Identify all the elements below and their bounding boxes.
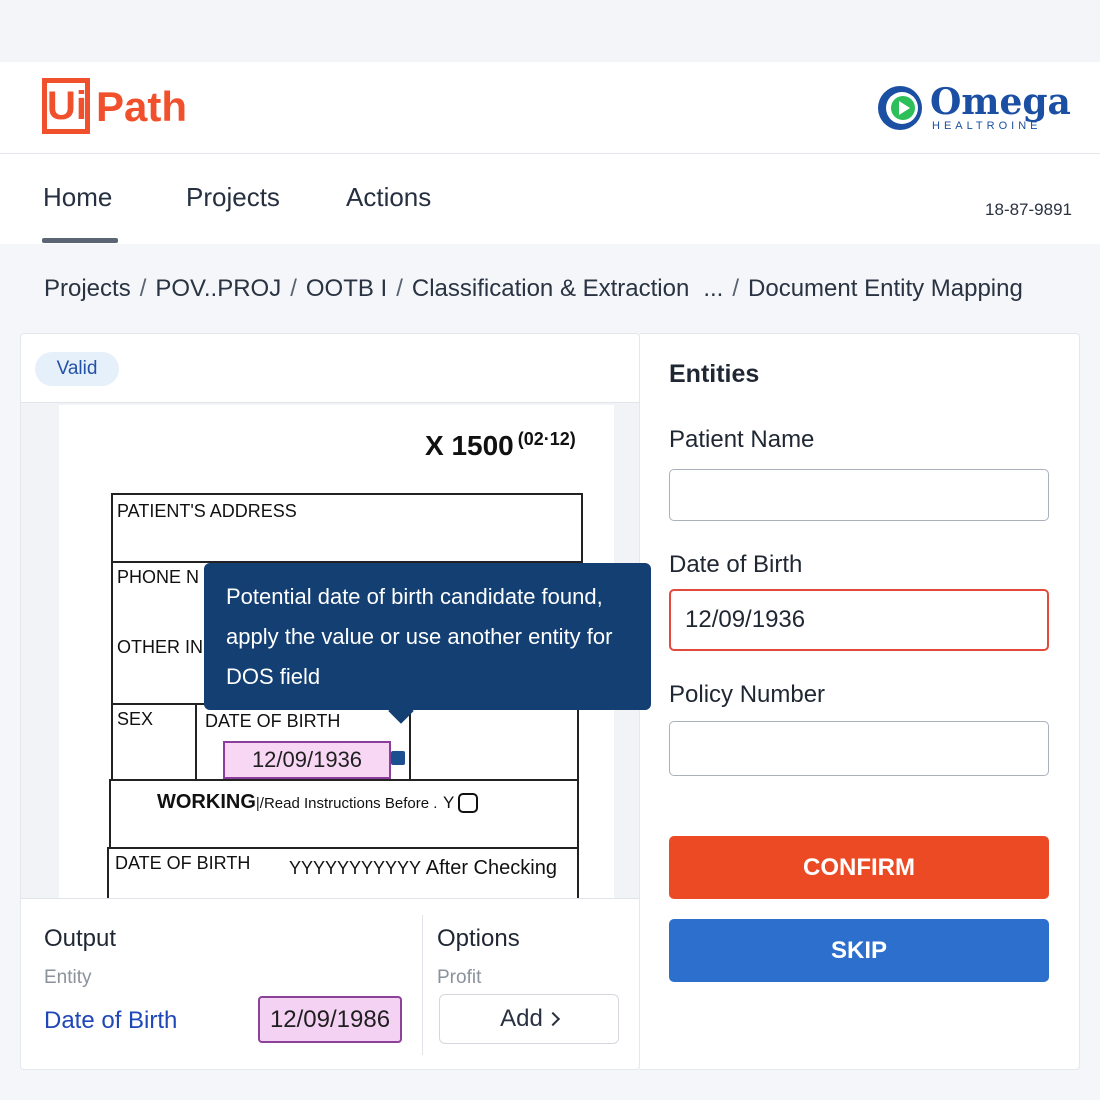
uipath-logo-mark: Ui [42, 78, 90, 134]
policy-number-label: Policy Number [669, 681, 826, 708]
tab-actions[interactable]: Actions [346, 182, 431, 213]
breadcrumb: Projects / POV..PROJ / OOTB I / Classification… [44, 275, 1023, 302]
dob-highlight[interactable]: 12/09/1936 [223, 741, 391, 779]
dob-field-label: Date of Birth [669, 551, 803, 578]
sex-label: SEX [117, 709, 154, 729]
confirm-button[interactable]: CONFIRM [669, 836, 1049, 899]
breadcrumb-ellipsis[interactable]: ... [689, 275, 723, 302]
dob-input[interactable] [669, 589, 1049, 651]
checkbox[interactable] [458, 792, 479, 813]
omega-logo-subtext: HEALTROINE [932, 120, 1042, 132]
omega-logo-icon [878, 86, 922, 130]
output-section: Output Entity Date of Birth 12/09/1986 O… [21, 898, 639, 1069]
dob2-format: YYYYYYYYYYY After Checking [289, 857, 557, 879]
omega-logo-text: Omega [930, 81, 1071, 123]
policy-number-input[interactable] [669, 721, 1049, 776]
main-nav: Home Projects Actions 18-87-9891 [0, 154, 1100, 244]
breadcrumb-classification[interactable]: Classification & Extraction [412, 275, 689, 302]
breadcrumb-current: Document Entity Mapping [748, 275, 1023, 302]
chevron-right-icon [545, 1011, 560, 1027]
phone-label: PHONE N [117, 567, 200, 587]
status-badge: Valid [35, 352, 119, 386]
patient-name-input[interactable] [669, 469, 1049, 521]
top-band [0, 0, 1100, 62]
patient-name-label: Patient Name [669, 426, 815, 453]
address-label: PATIENT'S ADDRESS [117, 501, 297, 521]
entities-panel: Entities Patient Name Date of Birth Poli… [640, 333, 1080, 1070]
app-header: Ui Path Omega HEALTROINE [0, 62, 1100, 154]
add-button[interactable]: Add [439, 994, 619, 1044]
options-title: Options [437, 925, 520, 952]
dob-tooltip: Potential date of birth candidate found,… [204, 563, 651, 710]
output-title: Output [44, 925, 117, 952]
skip-button[interactable]: SKIP [669, 919, 1049, 982]
output-entity-value[interactable]: 12/09/1986 [258, 996, 402, 1043]
other-label: OTHER IN [117, 637, 204, 657]
options-label: Profit [437, 967, 482, 988]
breadcrumb-ootb[interactable]: OOTB I [306, 275, 387, 302]
dob2-label: DATE OF BIRTH [115, 853, 251, 873]
breadcrumb-pov-proj[interactable]: POV..PROJ [155, 275, 281, 302]
divider [422, 915, 423, 1055]
uipath-logo-text: Path [96, 83, 188, 130]
tab-projects[interactable]: Projects [186, 182, 280, 213]
working-box [109, 779, 579, 849]
breadcrumb-projects[interactable]: Projects [44, 275, 131, 302]
output-entity-label: Entity [44, 967, 92, 988]
phone-number: 18-87-9891 [985, 200, 1072, 219]
entities-title: Entities [669, 360, 760, 388]
working-label: WORKING|/Read Instructions Before . Y [157, 791, 479, 814]
form-title: X 1500 (02·12) [425, 429, 576, 461]
tab-home[interactable]: Home [43, 182, 112, 213]
active-tab-indicator [42, 238, 118, 243]
output-entity-name[interactable]: Date of Birth [44, 1007, 177, 1035]
drag-handle[interactable] [391, 751, 405, 765]
dob-label: DATE OF BIRTH [205, 711, 341, 731]
